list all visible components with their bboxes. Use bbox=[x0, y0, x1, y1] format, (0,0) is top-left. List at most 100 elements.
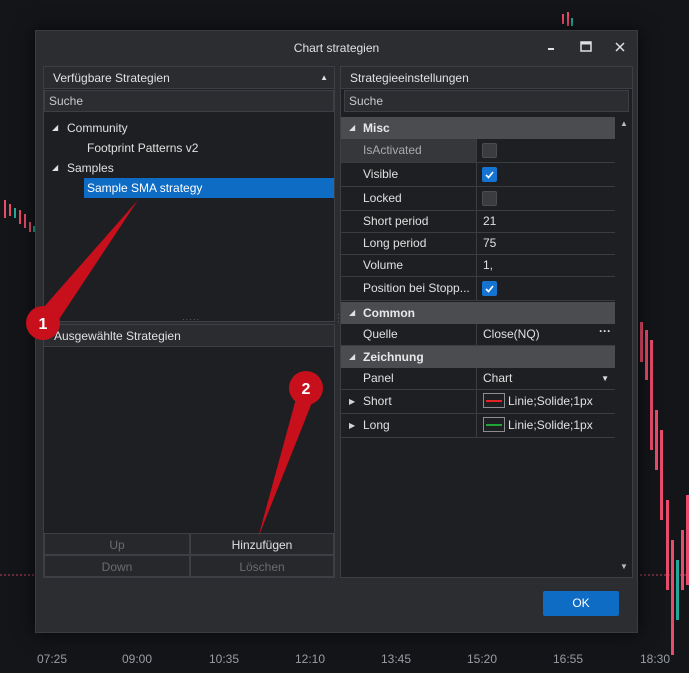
prop-row-volume: Volume 1, bbox=[341, 255, 615, 277]
long-line-style-text: Linie;Solide;1px bbox=[508, 418, 593, 432]
prop-row-locked: Locked bbox=[341, 187, 615, 211]
category-common[interactable]: ◢ Common bbox=[341, 302, 615, 324]
line-swatch-color bbox=[486, 400, 502, 403]
source-value-text: Close(NQ) bbox=[483, 327, 540, 341]
prop-row-long-period: Long period 75 bbox=[341, 233, 615, 255]
candles-top bbox=[562, 12, 573, 26]
prop-row-isactivated: IsActivated bbox=[341, 139, 615, 163]
tree-item-samples[interactable]: ◢ Samples bbox=[44, 158, 334, 178]
category-label: Misc bbox=[363, 121, 390, 135]
scroll-up-icon[interactable]: ▲ bbox=[620, 119, 628, 128]
expand-triangle-icon[interactable]: ◢ bbox=[52, 158, 62, 178]
collapse-triangle-icon[interactable]: ◢ bbox=[349, 302, 359, 324]
prop-name: Visible bbox=[341, 163, 477, 186]
time-label: 18:30 bbox=[640, 652, 671, 666]
short-line-style-text: Linie;Solide;1px bbox=[508, 394, 593, 408]
collapse-up-icon[interactable]: ▲ bbox=[320, 67, 328, 89]
locked-checkbox[interactable] bbox=[482, 191, 497, 206]
available-strategies-header[interactable]: Verfügbare Strategien ▲ bbox=[44, 67, 334, 89]
prop-name: Short period bbox=[341, 211, 477, 232]
checkmark-icon bbox=[485, 285, 494, 293]
prop-name: Long period bbox=[341, 233, 477, 254]
time-label: 07:25 bbox=[37, 652, 68, 666]
category-label: Common bbox=[363, 306, 415, 320]
available-search-input[interactable]: Suche bbox=[44, 90, 334, 112]
settings-search-placeholder: Suche bbox=[349, 94, 384, 108]
source-value: Close(NQ) ··· bbox=[478, 324, 615, 345]
time-axis: 07:25 09:00 10:35 12:10 13:45 15:20 16:5… bbox=[0, 652, 689, 672]
selected-strategies-title: Ausgewählte Strategien bbox=[54, 329, 181, 343]
prop-name: Position bei Stopp... bbox=[341, 277, 477, 300]
short-period-input[interactable]: 21 bbox=[478, 211, 615, 232]
long-line-style[interactable]: Linie;Solide;1px bbox=[478, 414, 615, 437]
candles-left bbox=[4, 200, 35, 232]
prop-row-source: Quelle Close(NQ) ··· bbox=[341, 324, 615, 346]
line-swatch-icon bbox=[483, 393, 505, 409]
checkmark-icon bbox=[485, 171, 494, 179]
short-line-style[interactable]: Linie;Solide;1px bbox=[478, 390, 615, 413]
prop-name: Locked bbox=[341, 187, 477, 210]
settings-scrollbar[interactable]: ▲ ▼ bbox=[617, 117, 631, 576]
category-drawing[interactable]: ◢ Zeichnung bbox=[341, 346, 615, 368]
expand-triangle-icon[interactable]: ◢ bbox=[52, 118, 62, 138]
chart-strategies-dialog: Chart strategien Verfügbare Strategien ▲… bbox=[35, 30, 638, 633]
prop-value bbox=[478, 187, 615, 210]
strategy-settings-header: Strategieeinstellungen bbox=[341, 67, 632, 89]
prop-row-long[interactable]: ▶ Long Linie;Solide;1px bbox=[341, 414, 615, 438]
time-label: 13:45 bbox=[381, 652, 412, 666]
tree-item-sample-sma-strategy[interactable]: Sample SMA strategy bbox=[84, 178, 334, 198]
chevron-down-icon[interactable]: ▼ bbox=[601, 368, 609, 389]
add-button[interactable]: Hinzufügen bbox=[190, 533, 334, 555]
down-button[interactable]: Down bbox=[44, 555, 190, 577]
available-strategies-panel: Verfügbare Strategien ▲ Suche ◢ Communit… bbox=[43, 66, 335, 324]
collapse-triangle-icon[interactable]: ◢ bbox=[349, 117, 359, 139]
property-grid: ◢ Misc IsActivated Visible Locked Short … bbox=[341, 117, 632, 576]
prop-value bbox=[478, 163, 615, 186]
prop-row-panel: Panel Chart ▼ bbox=[341, 368, 615, 390]
time-label: 10:35 bbox=[209, 652, 240, 666]
tree-item-footprint-patterns[interactable]: Footprint Patterns v2 bbox=[44, 138, 334, 158]
tree-item-label: Footprint Patterns v2 bbox=[87, 141, 199, 155]
more-options-icon[interactable]: ··· bbox=[599, 324, 611, 342]
tree-item-community[interactable]: ◢ Community bbox=[44, 118, 334, 138]
isactivated-checkbox[interactable] bbox=[482, 143, 497, 158]
prop-row-short[interactable]: ▶ Short Linie;Solide;1px bbox=[341, 390, 615, 414]
tree-item-label: Samples bbox=[67, 161, 114, 175]
collapse-triangle-icon[interactable]: ◢ bbox=[349, 346, 359, 368]
available-strategies-title: Verfügbare Strategien bbox=[53, 71, 170, 85]
minimize-icon[interactable] bbox=[541, 37, 561, 57]
prop-name: IsActivated bbox=[341, 139, 477, 162]
prop-name: Volume bbox=[341, 255, 477, 276]
prop-row-position-stop: Position bei Stopp... bbox=[341, 277, 615, 301]
prop-name: Long bbox=[341, 414, 477, 437]
position-stop-checkbox[interactable] bbox=[482, 281, 497, 296]
delete-button[interactable]: Löschen bbox=[190, 555, 334, 577]
time-label: 16:55 bbox=[553, 652, 584, 666]
line-swatch-icon bbox=[483, 417, 505, 433]
prop-name: Quelle bbox=[341, 324, 477, 345]
line-swatch-color bbox=[486, 424, 502, 427]
ok-button[interactable]: OK bbox=[543, 591, 619, 616]
volume-input[interactable]: 1, bbox=[478, 255, 615, 276]
panel-select-value: Chart bbox=[483, 371, 513, 385]
category-label: Zeichnung bbox=[363, 350, 424, 364]
maximize-icon[interactable] bbox=[576, 37, 596, 57]
visible-checkbox[interactable] bbox=[482, 167, 497, 182]
dialog-titlebar[interactable]: Chart strategien bbox=[36, 31, 637, 63]
prop-name: Short bbox=[341, 390, 477, 413]
prop-row-short-period: Short period 21 bbox=[341, 211, 615, 233]
up-button[interactable]: Up bbox=[44, 533, 190, 555]
settings-search-input[interactable]: Suche bbox=[344, 90, 629, 112]
category-misc[interactable]: ◢ Misc bbox=[341, 117, 615, 139]
close-icon[interactable] bbox=[610, 37, 630, 57]
strategy-settings-panel: Strategieeinstellungen Suche ◢ Misc IsAc… bbox=[340, 66, 633, 578]
scroll-down-icon[interactable]: ▼ bbox=[620, 562, 628, 571]
splitter-grip-icon[interactable]: ····· bbox=[182, 315, 200, 324]
long-period-input[interactable]: 75 bbox=[478, 233, 615, 254]
prop-row-visible: Visible bbox=[341, 163, 615, 187]
tree-item-label: Sample SMA strategy bbox=[87, 181, 203, 195]
selected-strategies-panel: Ausgewählte Strategien Up Hinzufügen Dow… bbox=[43, 324, 335, 578]
prop-name: Panel bbox=[341, 368, 477, 389]
panel-select[interactable]: Chart ▼ bbox=[478, 368, 615, 389]
tree-item-label: Community bbox=[67, 121, 128, 135]
